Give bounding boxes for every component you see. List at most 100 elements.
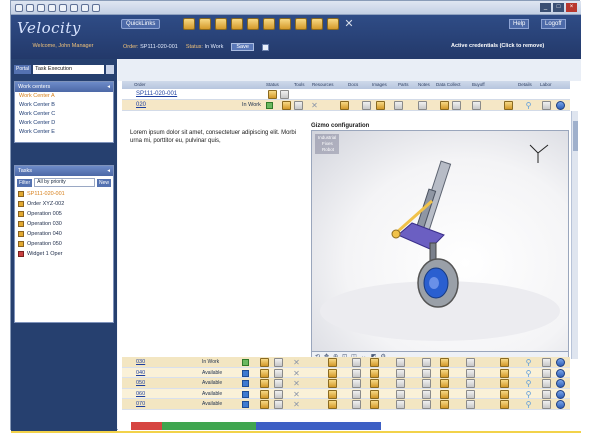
- save-dropdown-icon[interactable]: [261, 43, 269, 51]
- resources-icon[interactable]: [328, 368, 337, 378]
- tools-icon[interactable]: ✕: [310, 101, 319, 110]
- data-collect-icon[interactable]: [440, 400, 449, 409]
- parts-icon[interactable]: [396, 400, 405, 409]
- notes-icon[interactable]: [422, 389, 431, 399]
- settings-icon[interactable]: [92, 3, 100, 12]
- operation-link[interactable]: 050: [136, 380, 145, 386]
- details-icon[interactable]: ⚲: [524, 379, 533, 388]
- labor-icon[interactable]: [542, 379, 551, 388]
- operation-row[interactable]: 050 Available ✕ ⚲: [122, 378, 570, 389]
- docs-icon[interactable]: [352, 358, 361, 367]
- work-center-item[interactable]: Work Center B: [15, 101, 113, 110]
- document-icon[interactable]: [260, 379, 269, 388]
- docs-icon[interactable]: [362, 101, 371, 110]
- user-icon[interactable]: [231, 18, 243, 30]
- details-icon[interactable]: ⚲: [524, 358, 533, 367]
- status-icon[interactable]: [268, 90, 277, 99]
- details-icon[interactable]: ⚲: [524, 390, 533, 399]
- task-item[interactable]: SP111-020-001: [15, 189, 113, 199]
- alert-icon[interactable]: [294, 101, 303, 110]
- operation-link[interactable]: 060: [136, 391, 145, 397]
- resources-icon[interactable]: [328, 358, 337, 367]
- details-icon[interactable]: ⚲: [524, 101, 533, 110]
- operation-row[interactable]: 030 In Work ✕ ⚲: [122, 357, 570, 368]
- notes-icon[interactable]: [418, 101, 427, 110]
- data-collect-icon[interactable]: [440, 101, 449, 110]
- parts-icon[interactable]: [396, 379, 405, 388]
- scrollbar-thumb[interactable]: [573, 121, 578, 151]
- notes-icon[interactable]: [422, 368, 431, 378]
- task-item[interactable]: Operation 050: [15, 239, 113, 249]
- signoff-icon[interactable]: [500, 358, 509, 367]
- labor-icon[interactable]: [542, 389, 551, 399]
- operation-link[interactable]: 030: [136, 359, 145, 365]
- new-document-icon[interactable]: [183, 18, 195, 30]
- signoff-icon[interactable]: [500, 389, 509, 399]
- taskbar-segment[interactable]: [224, 422, 256, 430]
- task-item[interactable]: Widget 1 Oper: [15, 249, 113, 259]
- operation-row[interactable]: 040 Available ✕ ⚲: [122, 367, 570, 378]
- operation-row[interactable]: 020 In Work ✕ ⚲: [122, 100, 570, 111]
- mail-icon[interactable]: [81, 3, 89, 12]
- taskbar-segment[interactable]: [162, 422, 194, 430]
- close-icon[interactable]: ×: [566, 3, 577, 12]
- back-icon[interactable]: [15, 3, 23, 12]
- help-button[interactable]: Help: [509, 19, 530, 29]
- docs-icon[interactable]: [352, 389, 361, 399]
- key-icon[interactable]: [327, 18, 339, 30]
- notes-icon[interactable]: [422, 358, 431, 367]
- data-collect-icon[interactable]: [440, 358, 449, 367]
- info-icon[interactable]: [556, 358, 565, 367]
- details-icon[interactable]: ⚲: [524, 400, 533, 409]
- operation-link[interactable]: 040: [136, 370, 145, 376]
- operation-link[interactable]: 070: [136, 401, 145, 407]
- labor-icon[interactable]: [542, 101, 551, 110]
- data-collect-icon[interactable]: [440, 368, 449, 378]
- upload-icon[interactable]: [247, 18, 259, 30]
- data-collect-icon[interactable]: [452, 101, 461, 110]
- data-collect-icon[interactable]: [440, 389, 449, 399]
- folder-icon[interactable]: [279, 18, 291, 30]
- signoff-icon[interactable]: [500, 400, 509, 409]
- task-item[interactable]: Operation 030: [15, 219, 113, 229]
- minimize-icon[interactable]: _: [540, 3, 551, 12]
- open-folder-icon[interactable]: [199, 18, 211, 30]
- docs-icon[interactable]: [352, 400, 361, 409]
- info-icon[interactable]: [556, 379, 565, 388]
- data-collect-icon[interactable]: [440, 379, 449, 388]
- logoff-button[interactable]: Logoff: [541, 19, 566, 29]
- taskbar-segment[interactable]: [318, 422, 350, 430]
- save-button[interactable]: Save: [231, 43, 254, 51]
- tools-icon[interactable]: ✕: [292, 390, 301, 399]
- home-icon[interactable]: [37, 3, 45, 12]
- resources-icon[interactable]: [328, 389, 337, 399]
- alert-icon[interactable]: [280, 90, 289, 99]
- operation-row[interactable]: 060 Available ✕ ⚲: [122, 388, 570, 399]
- tools-icon[interactable]: ✕: [292, 379, 301, 388]
- forward-icon[interactable]: [26, 3, 34, 12]
- notes-icon[interactable]: [422, 400, 431, 409]
- filter-select[interactable]: All by priority: [34, 178, 95, 187]
- work-center-item[interactable]: Work Center A: [15, 92, 113, 101]
- task-item[interactable]: Order XYZ-002: [15, 199, 113, 209]
- model-tree[interactable]: Industrial Fixes Robot: [315, 134, 340, 154]
- buyoff-icon[interactable]: [466, 358, 475, 367]
- tree-node[interactable]: Robot: [318, 147, 336, 153]
- document-icon[interactable]: [260, 400, 269, 409]
- parts-icon[interactable]: [396, 358, 405, 367]
- filter-button[interactable]: Filter: [17, 178, 33, 187]
- buyoff-icon[interactable]: [466, 400, 475, 409]
- resources-icon[interactable]: [340, 101, 349, 110]
- tools-icon[interactable]: ✕: [343, 18, 355, 30]
- maximize-icon[interactable]: □: [553, 3, 564, 12]
- taskbar-segment[interactable]: [131, 422, 163, 430]
- taskbar-segment[interactable]: [193, 422, 225, 430]
- alert-icon[interactable]: [274, 400, 283, 409]
- images-icon[interactable]: [370, 400, 379, 409]
- taskbar-segment[interactable]: [349, 422, 381, 430]
- document-icon[interactable]: [282, 101, 291, 110]
- search-icon[interactable]: [70, 3, 78, 12]
- info-icon[interactable]: [556, 389, 565, 399]
- images-icon[interactable]: [376, 101, 385, 110]
- work-center-item[interactable]: Work Center C: [15, 110, 113, 119]
